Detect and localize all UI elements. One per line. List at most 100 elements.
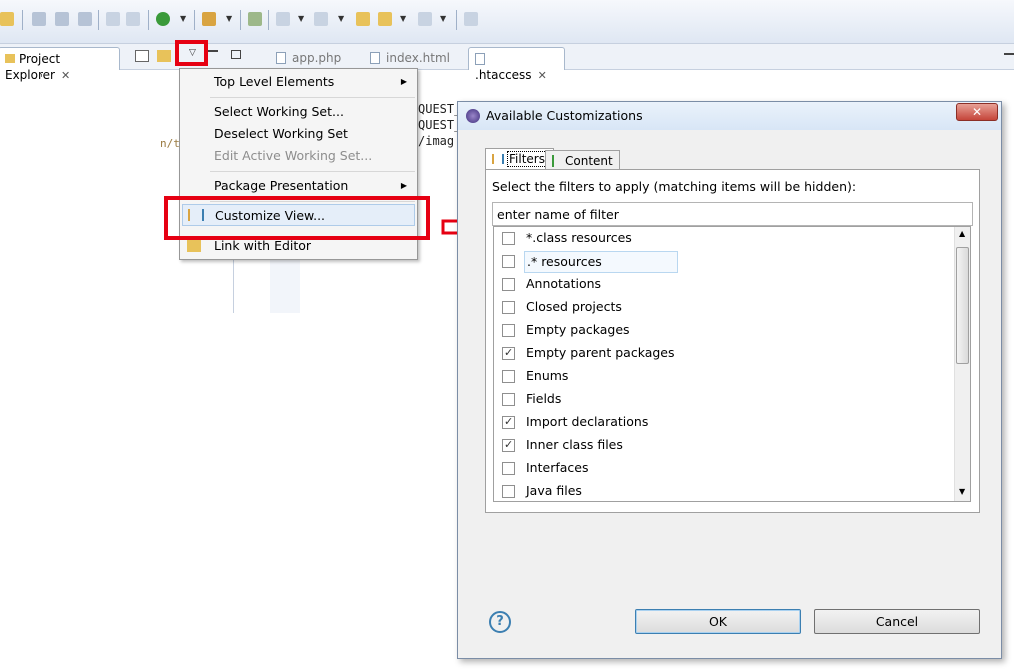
filter-label: Empty parent packages <box>526 345 675 360</box>
scroll-down-icon[interactable]: ▼ <box>959 487 965 496</box>
back-icon[interactable] <box>356 12 370 26</box>
filter-checkbox[interactable]: ✓ <box>502 346 515 360</box>
filter-checkbox[interactable] <box>502 255 515 268</box>
toolbar-separator <box>456 10 457 30</box>
highlight-view-menu <box>175 40 208 66</box>
tab-htaccess[interactable]: .htaccess ✕ <box>468 47 565 82</box>
next-annotation-icon[interactable] <box>276 12 290 26</box>
view-tab-strip: Project Explorer ✕ ▽ app.php index.html .… <box>0 44 1014 82</box>
maximize-icon[interactable] <box>231 50 241 59</box>
filter-label: *.class resources <box>526 230 632 245</box>
filter-checkbox[interactable] <box>502 370 515 383</box>
list-item[interactable]: ✓ Empty parent packages <box>494 342 954 365</box>
perspective-icon[interactable] <box>464 12 478 26</box>
menu-item-top-level-elements[interactable]: Top Level Elements ▶ <box>180 71 417 93</box>
print-icon[interactable] <box>78 12 92 26</box>
wrench-icon[interactable] <box>202 12 216 26</box>
list-item[interactable]: Annotations <box>494 273 954 296</box>
dialog-titlebar: Available Customizations ✕ <box>458 102 1001 130</box>
checkmark-icon: ✓ <box>504 415 514 428</box>
menu-item-deselect-working-set[interactable]: Deselect Working Set <box>180 123 417 145</box>
pin-icon[interactable] <box>126 12 140 26</box>
code-fragment: QUEST_ <box>418 118 462 132</box>
list-item[interactable]: .* resources <box>494 250 954 273</box>
filter-checkbox[interactable] <box>502 485 515 498</box>
scrollbar[interactable]: ▲ ▼ <box>954 227 970 501</box>
collapse-all-icon[interactable] <box>135 50 149 62</box>
scroll-up-icon[interactable]: ▲ <box>959 229 965 238</box>
scrollbar-thumb[interactable] <box>956 247 969 364</box>
help-icon[interactable]: ? <box>489 611 511 633</box>
new-icon[interactable] <box>0 12 14 26</box>
list-item[interactable]: Enums <box>494 365 954 388</box>
filter-checkbox[interactable] <box>502 324 515 337</box>
instruction-text: Select the filters to apply (matching it… <box>492 179 857 194</box>
back-dropdown-icon[interactable]: ▼ <box>400 12 408 26</box>
link-editor-icon[interactable] <box>157 50 171 62</box>
run-icon[interactable] <box>156 12 170 26</box>
filter-checkbox[interactable] <box>502 462 515 475</box>
filter-checkbox[interactable] <box>502 232 515 245</box>
forward-icon[interactable] <box>418 12 432 26</box>
filter-label: Import declarations <box>526 414 649 429</box>
filter-checkbox[interactable] <box>502 278 515 291</box>
list-item[interactable]: Java files <box>494 480 954 501</box>
filter-label: Java files <box>526 483 582 498</box>
close-icon[interactable]: ✕ <box>61 69 70 82</box>
open-type-icon[interactable] <box>248 12 262 26</box>
list-item[interactable]: Closed projects <box>494 296 954 319</box>
filter-input-text: enter name of filter <box>497 207 619 222</box>
list-item[interactable]: Empty packages <box>494 319 954 342</box>
menu-item-label: Edit Active Working Set... <box>214 148 373 163</box>
close-icon[interactable]: ✕ <box>538 69 547 82</box>
save-icon[interactable] <box>32 12 46 26</box>
code-fragment: QUEST_ <box>418 102 462 116</box>
submenu-arrow-icon: ▶ <box>400 77 407 86</box>
filter-label: .* resources <box>524 251 678 273</box>
tab-app-php[interactable]: app.php <box>270 47 347 70</box>
ok-button[interactable]: OK <box>635 609 801 634</box>
filter-label: Closed projects <box>526 299 622 314</box>
menu-item-package-presentation[interactable]: Package Presentation ▶ <box>180 175 417 197</box>
filter-checkbox[interactable] <box>502 393 515 406</box>
toolbar-separator <box>148 10 149 30</box>
list-item[interactable]: Interfaces <box>494 457 954 480</box>
run-dropdown-icon[interactable]: ▼ <box>180 12 188 26</box>
cancel-button[interactable]: Cancel <box>814 609 980 634</box>
filter-search-input[interactable]: enter name of filter <box>492 202 973 226</box>
minimize-icon[interactable] <box>208 50 218 52</box>
prev-dropdown-icon[interactable]: ▼ <box>338 12 346 26</box>
checkmark-icon: ✓ <box>504 346 514 359</box>
toolbar-separator <box>194 10 195 30</box>
main-toolbar: ▼ ▼ ▼ ▼ ▼ ▼ <box>0 0 1014 44</box>
list-item[interactable]: *.class resources <box>494 227 954 250</box>
tool-dropdown-icon[interactable]: ▼ <box>226 12 234 26</box>
filter-checkbox[interactable]: ✓ <box>502 415 515 429</box>
file-icon <box>475 53 485 65</box>
filter-list: *.class resources .* resources Annotations… <box>493 226 971 502</box>
tab-index-html[interactable]: index.html <box>364 47 456 70</box>
filter-checkbox[interactable] <box>502 301 515 314</box>
next-dropdown-icon[interactable]: ▼ <box>298 12 306 26</box>
save-all-icon[interactable] <box>55 12 69 26</box>
menu-item-edit-active-working-set: Edit Active Working Set... <box>180 145 417 167</box>
toggle-icon[interactable] <box>106 12 120 26</box>
tree-expander[interactable]: '' <box>40 72 46 85</box>
menu-item-label: Select Working Set... <box>214 104 344 119</box>
prev-annotation-icon[interactable] <box>314 12 328 26</box>
filter-checkbox[interactable]: ✓ <box>502 438 515 452</box>
forward-dropdown-icon[interactable]: ▼ <box>440 12 448 26</box>
minimize-icon[interactable] <box>1004 53 1014 55</box>
menu-item-select-working-set[interactable]: Select Working Set... <box>180 101 417 123</box>
list-item[interactable]: Fields <box>494 388 954 411</box>
toolbar-separator <box>98 10 99 30</box>
tab-project-explorer[interactable]: Project Explorer ✕ <box>0 47 120 82</box>
toolbar-separator <box>22 10 23 30</box>
close-button[interactable]: ✕ <box>956 103 998 121</box>
back-alt-icon[interactable] <box>378 12 392 26</box>
list-item[interactable]: ✓ Import declarations <box>494 411 954 434</box>
list-item[interactable]: ✓ Inner class files <box>494 434 954 457</box>
submenu-arrow-icon: ▶ <box>400 181 407 190</box>
filters-panel: Select the filters to apply (matching it… <box>485 169 980 513</box>
filter-label: Empty packages <box>526 322 630 337</box>
